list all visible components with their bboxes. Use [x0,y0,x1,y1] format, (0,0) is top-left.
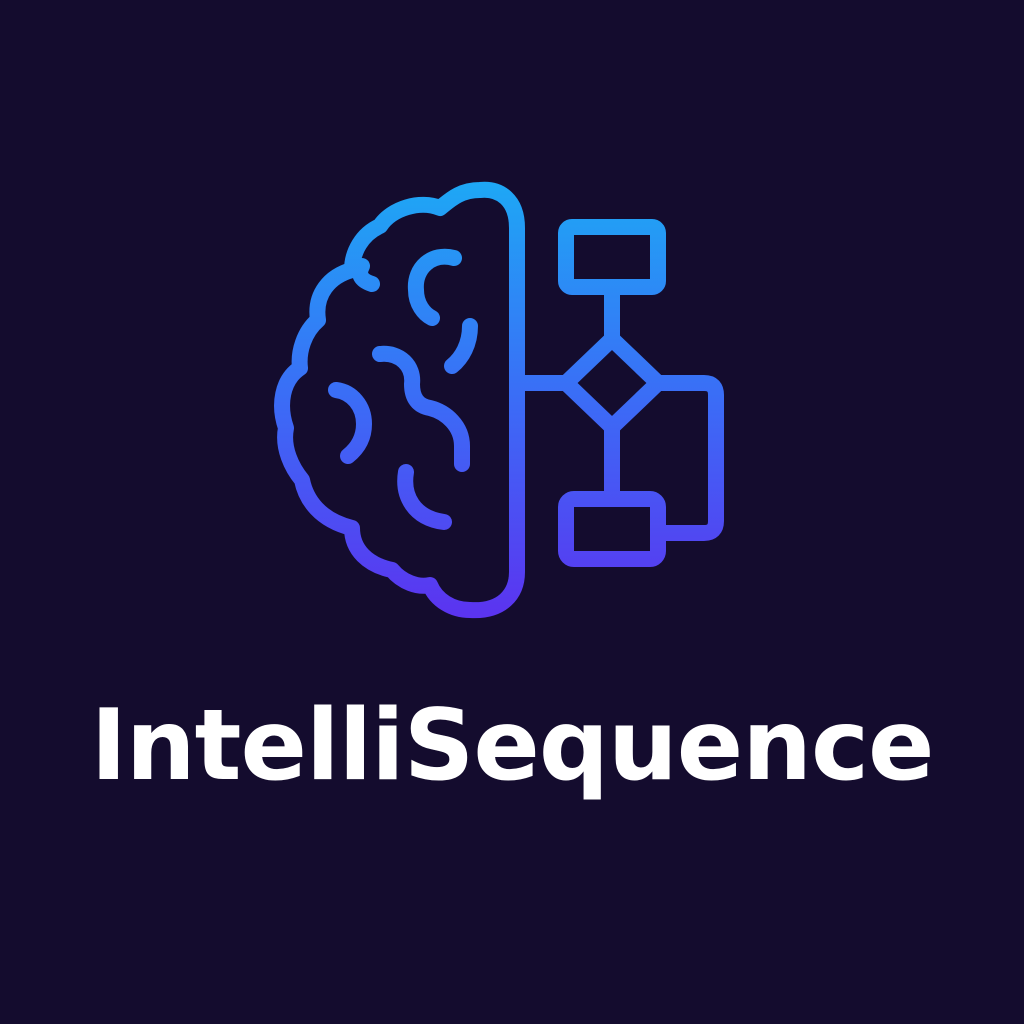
logo-mark [274,181,724,619]
connector-loop-back [650,375,724,541]
brain-fold-2 [407,248,462,326]
brand-name: IntelliSequence [90,689,934,803]
flowchart-bottom-box [558,491,666,567]
brain-fold-5 [328,382,372,464]
brain-fold-3 [444,318,478,374]
brain-fold-1 [352,258,380,292]
logo-canvas: IntelliSequence [0,0,1024,1024]
flowchart-top-box [558,219,666,295]
brain-outline [274,181,525,619]
brain-icon [274,181,525,619]
flowchart-decision-diamond [558,331,666,435]
brain-fold-6 [397,464,452,530]
flowchart-icon [509,219,724,567]
